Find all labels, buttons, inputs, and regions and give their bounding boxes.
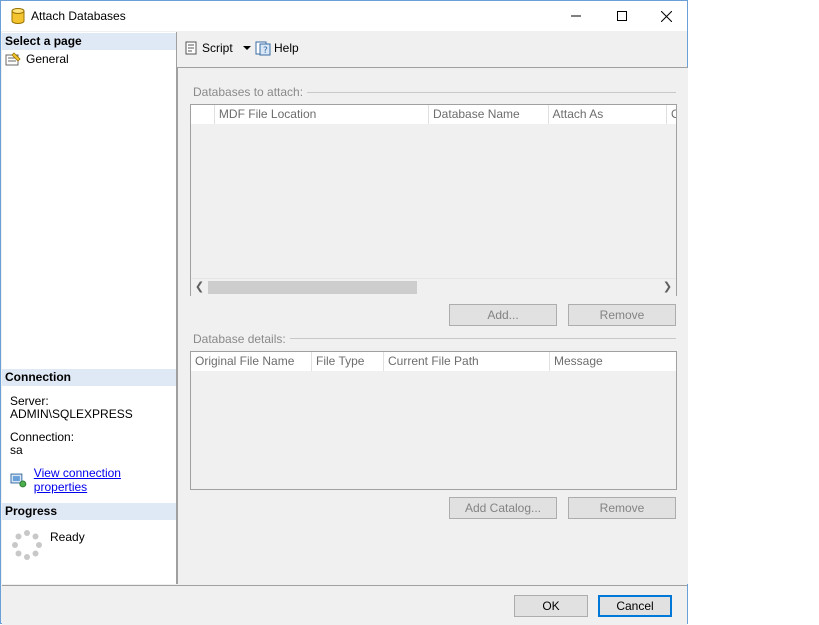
- cancel-button[interactable]: Cancel: [598, 595, 672, 617]
- column-file-type[interactable]: File Type: [312, 352, 384, 371]
- connection-header: Connection: [2, 369, 176, 386]
- maximize-icon: [617, 11, 627, 21]
- add-database-button[interactable]: Add...: [449, 304, 557, 326]
- scroll-right-arrow-icon[interactable]: ❯: [659, 281, 676, 294]
- databases-to-attach-label: Databases to attach:: [193, 85, 308, 99]
- connection-properties-icon: [10, 473, 27, 488]
- details-grid[interactable]: Original File Name File Type Current Fil…: [190, 351, 677, 490]
- column-original-file-name[interactable]: Original File Name: [191, 352, 312, 371]
- scroll-thumb[interactable]: [208, 281, 417, 294]
- help-button[interactable]: ? Help: [255, 40, 299, 56]
- ok-button[interactable]: OK: [514, 595, 588, 617]
- minimize-icon: [571, 15, 581, 17]
- connection-value: sa: [10, 443, 23, 457]
- column-message[interactable]: Message: [550, 352, 676, 371]
- maximize-button[interactable]: [599, 1, 645, 31]
- scroll-left-arrow-icon[interactable]: ❮: [191, 281, 208, 294]
- chevron-down-icon[interactable]: [239, 40, 255, 56]
- databases-hscrollbar[interactable]: ❮ ❯: [191, 278, 676, 296]
- general-page-content: Databases to attach: MDF File Location D…: [177, 67, 688, 584]
- view-connection-link[interactable]: View connection properties: [34, 466, 176, 494]
- script-button[interactable]: Script: [183, 40, 255, 56]
- minimize-button[interactable]: [553, 1, 599, 31]
- general-page-icon: [5, 52, 21, 66]
- server-value: ADMIN\SQLEXPRESS: [10, 407, 133, 421]
- view-connection-properties[interactable]: View connection properties: [10, 466, 176, 494]
- window-title: Attach Databases: [31, 9, 126, 23]
- row-selector-header: [191, 105, 215, 124]
- remove-detail-button[interactable]: Remove: [568, 497, 676, 519]
- database-details-label: Database details:: [193, 332, 290, 346]
- details-grid-header: Original File Name File Type Current Fil…: [191, 352, 676, 371]
- attach-databases-window: Attach Databases Select a page General C…: [0, 0, 688, 625]
- select-page-header: Select a page: [2, 33, 176, 50]
- databases-grid[interactable]: MDF File Location Database Name Attach A…: [190, 104, 677, 296]
- column-mdf-file-location[interactable]: MDF File Location: [215, 105, 430, 124]
- script-icon: [185, 41, 197, 55]
- page-item-label: General: [26, 52, 69, 66]
- help-icon: ?: [255, 41, 271, 56]
- progress-spinner-icon: [12, 530, 42, 560]
- svg-text:?: ?: [263, 46, 268, 56]
- toolbar: Script ? Help: [177, 32, 687, 66]
- column-attach-as[interactable]: Attach As: [549, 105, 668, 124]
- left-pane: Select a page General Connection Server:…: [2, 32, 177, 584]
- dialog-footer: OK Cancel: [2, 585, 687, 625]
- column-owner[interactable]: O: [667, 105, 676, 124]
- add-catalog-button[interactable]: Add Catalog...: [449, 497, 557, 519]
- title-bar[interactable]: Attach Databases: [1, 1, 687, 31]
- close-icon: [660, 10, 672, 22]
- page-item-general[interactable]: General: [5, 51, 69, 67]
- database-icon: [11, 8, 25, 24]
- databases-grid-header: MDF File Location Database Name Attach A…: [191, 105, 676, 124]
- script-label: Script: [202, 41, 233, 55]
- progress-header: Progress: [2, 503, 176, 520]
- help-label: Help: [274, 41, 299, 55]
- progress-status: Ready: [50, 530, 85, 544]
- column-database-name[interactable]: Database Name: [429, 105, 549, 124]
- column-current-file-path[interactable]: Current File Path: [384, 352, 550, 371]
- remove-database-button[interactable]: Remove: [568, 304, 676, 326]
- close-button[interactable]: [643, 1, 689, 31]
